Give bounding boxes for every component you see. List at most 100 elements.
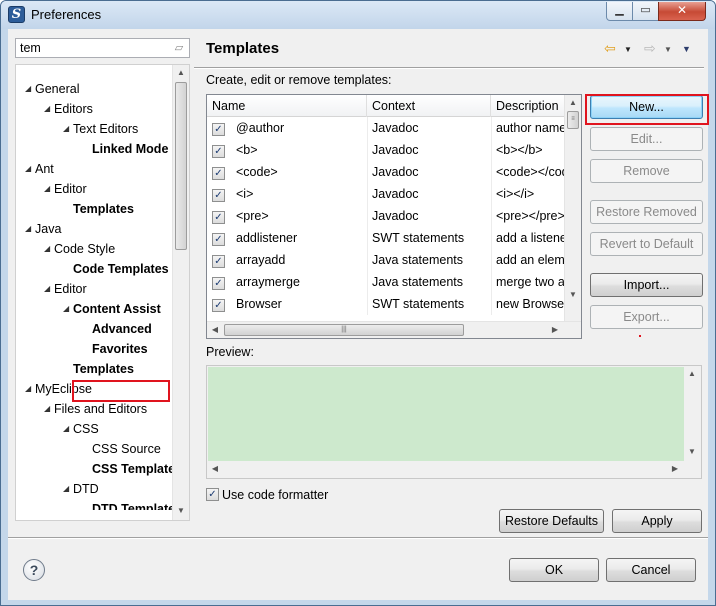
row-enable-checkbox[interactable]: ✓: [212, 205, 228, 227]
scroll-down-icon[interactable]: ▼: [684, 444, 700, 460]
checkbox-checked-icon[interactable]: ✓: [212, 299, 225, 312]
expanded-arrow-icon[interactable]: ◢: [63, 420, 73, 438]
edit-button[interactable]: Edit...: [590, 127, 703, 151]
expanded-arrow-icon[interactable]: ◢: [44, 240, 54, 258]
restore-removed-button[interactable]: Restore Removed: [590, 200, 703, 224]
tree-item-favorites[interactable]: Favorites: [82, 340, 148, 358]
row-enable-checkbox[interactable]: ✓: [212, 271, 228, 293]
cancel-button[interactable]: Cancel: [606, 558, 696, 582]
checkbox-checked-icon[interactable]: ✓: [212, 189, 225, 202]
preview-vertical-scrollbar[interactable]: ▲ ▼: [684, 366, 701, 462]
view-menu-icon[interactable]: ▼: [682, 40, 691, 58]
minimize-button[interactable]: ▁: [606, 2, 633, 21]
checkbox-checked-icon[interactable]: ✓: [212, 277, 225, 290]
expanded-arrow-icon[interactable]: ◢: [25, 220, 35, 238]
checkbox-checked-icon[interactable]: ✓: [212, 211, 225, 224]
forward-menu-chevron-icon[interactable]: ▼: [664, 41, 672, 59]
tree-item-general[interactable]: ◢ General: [25, 80, 79, 98]
row-enable-checkbox[interactable]: ✓: [212, 227, 228, 249]
checkbox-checked-icon[interactable]: ✓: [212, 167, 225, 180]
tree-item-css-source[interactable]: CSS Source: [82, 440, 161, 458]
expanded-arrow-icon[interactable]: ◢: [25, 80, 35, 98]
preview-text-area[interactable]: [208, 367, 684, 462]
column-header-context[interactable]: Context: [367, 95, 491, 117]
row-enable-checkbox[interactable]: ✓: [212, 139, 228, 161]
scroll-left-icon[interactable]: ◀: [207, 322, 223, 338]
table-hscroll-thumb[interactable]: |||: [224, 324, 464, 336]
tree-item-editors[interactable]: ◢ Editors: [44, 100, 93, 118]
expanded-arrow-icon[interactable]: ◢: [44, 100, 54, 118]
tree-scroll-thumb[interactable]: [175, 82, 187, 250]
tree-item-dtd-templates[interactable]: DTD Templates: [82, 500, 174, 510]
column-header-name[interactable]: Name: [207, 95, 367, 117]
row-enable-checkbox[interactable]: ✓: [212, 117, 228, 139]
checkbox-checked-icon[interactable]: ✓: [212, 233, 225, 246]
tree-item-advanced[interactable]: Advanced: [82, 320, 152, 338]
import-button[interactable]: Import...: [590, 273, 703, 297]
tree-item-ant[interactable]: ◢ Ant: [25, 160, 54, 178]
tree-item-dtd[interactable]: ◢ DTD: [63, 480, 99, 498]
table-row[interactable]: ✓ arrayadd Java statements add an element: [207, 249, 565, 271]
table-vscroll-thumb[interactable]: ≡: [567, 111, 579, 129]
table-vertical-scrollbar[interactable]: ▲ ≡ ▼: [564, 95, 581, 321]
table-row[interactable]: ✓ <pre> Javadoc <pre></pre>: [207, 205, 565, 227]
expanded-arrow-icon[interactable]: ◢: [25, 160, 35, 178]
table-row[interactable]: ✓ addlistener SWT statements add a listener: [207, 227, 565, 249]
tree-item-code-templates[interactable]: Code Templates: [63, 260, 169, 278]
apply-button[interactable]: Apply: [612, 509, 702, 533]
use-code-formatter-checkbox[interactable]: ✓ Use code formatter: [206, 486, 328, 504]
tree-item-files-and-editors[interactable]: ◢ Files and Editors: [44, 400, 147, 418]
revert-to-default-button[interactable]: Revert to Default: [590, 232, 703, 256]
forward-arrow-icon[interactable]: ⇨: [644, 39, 656, 57]
table-row[interactable]: ✓ <code> Javadoc <code></code>: [207, 161, 565, 183]
scroll-up-icon[interactable]: ▲: [684, 366, 700, 382]
checkbox-checked-icon[interactable]: ✓: [212, 123, 225, 136]
table-row[interactable]: ✓ <b> Javadoc <b></b>: [207, 139, 565, 161]
preview-horizontal-scrollbar[interactable]: ◀ ▶: [207, 461, 685, 478]
table-row[interactable]: ✓ <i> Javadoc <i></i>: [207, 183, 565, 205]
restore-defaults-button[interactable]: Restore Defaults: [499, 509, 604, 533]
table-row[interactable]: ✓ Browser SWT statements new Browser: [207, 293, 565, 315]
expanded-arrow-icon[interactable]: ◢: [44, 180, 54, 198]
row-enable-checkbox[interactable]: ✓: [212, 183, 228, 205]
tree-item-java[interactable]: ◢ Java: [25, 220, 61, 238]
scroll-down-icon[interactable]: ▼: [565, 287, 581, 303]
scroll-down-icon[interactable]: ▼: [173, 503, 189, 519]
close-button[interactable]: ✕: [658, 2, 706, 21]
tree-item-linked-mode[interactable]: Linked Mode: [82, 140, 168, 158]
back-arrow-icon[interactable]: ⇦: [604, 39, 616, 57]
tree-item-code-style[interactable]: ◢ Code Style: [44, 240, 115, 258]
title-bar[interactable]: S Preferences ▁ ▭ ✕: [1, 1, 715, 29]
scroll-right-icon[interactable]: ▶: [667, 461, 683, 477]
tree-item-editor[interactable]: ◢ Editor: [44, 180, 87, 198]
expanded-arrow-icon[interactable]: ◢: [63, 120, 73, 138]
tree-item-css[interactable]: ◢ CSS: [63, 420, 99, 438]
tree-item-text-editors[interactable]: ◢ Text Editors: [63, 120, 138, 138]
remove-button[interactable]: Remove: [590, 159, 703, 183]
back-menu-chevron-icon[interactable]: ▼: [624, 41, 632, 59]
expanded-arrow-icon[interactable]: ◢: [44, 400, 54, 418]
tree-item-templates[interactable]: Templates: [63, 360, 134, 378]
export-button[interactable]: Export...: [590, 305, 703, 329]
filter-input[interactable]: [18, 40, 166, 56]
help-icon[interactable]: ?: [23, 559, 45, 581]
table-horizontal-scrollbar[interactable]: ◀ ||| ▶: [207, 321, 581, 338]
row-enable-checkbox[interactable]: ✓: [212, 249, 228, 271]
scroll-up-icon[interactable]: ▲: [565, 95, 581, 111]
tree-vertical-scrollbar[interactable]: ▲ ▼: [172, 65, 189, 520]
expanded-arrow-icon[interactable]: ◢: [25, 380, 35, 398]
tree-item-templates[interactable]: Templates: [63, 200, 134, 218]
checkbox-checked-icon[interactable]: ✓: [212, 145, 225, 158]
row-enable-checkbox[interactable]: ✓: [212, 293, 228, 315]
column-header-description[interactable]: Description: [491, 95, 571, 117]
ok-button[interactable]: OK: [509, 558, 599, 582]
checkbox-checked-icon[interactable]: ✓: [206, 488, 219, 501]
clear-filter-icon[interactable]: ▱: [172, 41, 186, 55]
table-row[interactable]: ✓ @author Javadoc author name: [207, 117, 565, 139]
checkbox-checked-icon[interactable]: ✓: [212, 255, 225, 268]
scroll-up-icon[interactable]: ▲: [173, 65, 189, 81]
scroll-right-icon[interactable]: ▶: [547, 322, 563, 338]
tree-item-editor[interactable]: ◢ Editor: [44, 280, 87, 298]
expanded-arrow-icon[interactable]: ◢: [63, 480, 73, 498]
table-row[interactable]: ✓ arraymerge Java statements merge two arra…: [207, 271, 565, 293]
